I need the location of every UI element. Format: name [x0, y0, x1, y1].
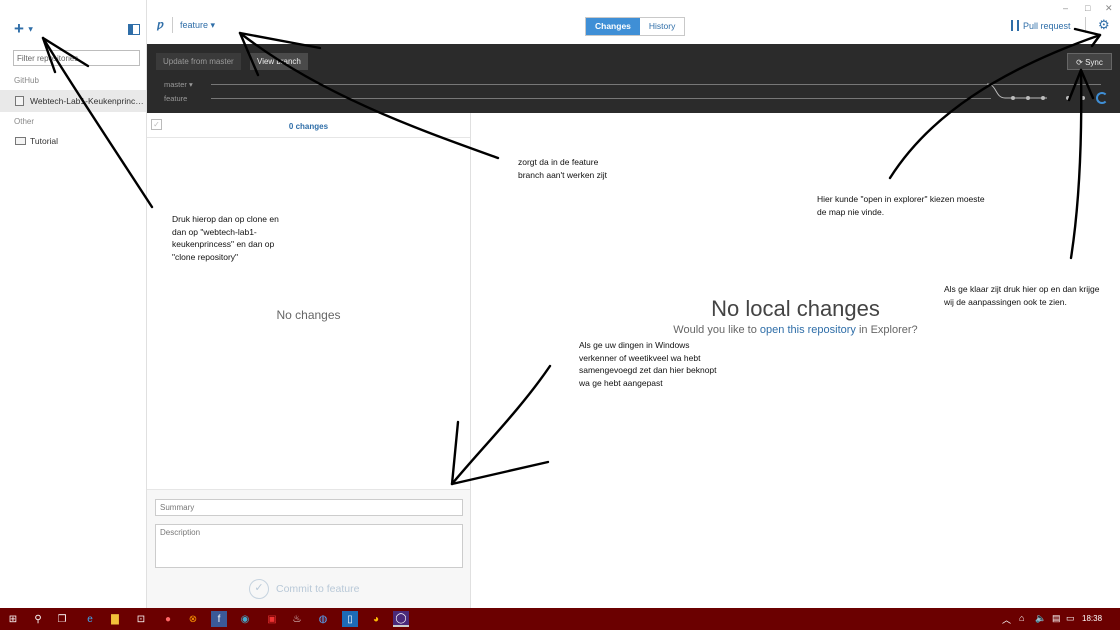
- app-x-icon[interactable]: ⊗: [185, 611, 201, 627]
- task-view-icon[interactable]: ❐: [54, 611, 70, 627]
- checkmark-icon: ✓: [249, 579, 269, 599]
- facebook-icon[interactable]: f: [211, 611, 227, 627]
- tray-chevron-icon[interactable]: ︿: [1002, 613, 1011, 626]
- view-tabs: Changes History: [585, 17, 686, 36]
- minimize-button[interactable]: –: [1063, 3, 1068, 13]
- no-changes-label: No changes: [276, 308, 341, 322]
- maximize-button[interactable]: □: [1085, 3, 1090, 13]
- commit-area: ✓ Commit to feature: [147, 489, 470, 608]
- commit-dot[interactable]: [1066, 96, 1070, 100]
- sync-icon: ⟳: [1076, 58, 1083, 67]
- sync-label: Sync: [1085, 58, 1103, 67]
- sidebar-toggle-icon[interactable]: [128, 24, 140, 35]
- changes-panel: ✓ 0 changes No changes ✓ Commit to featur…: [147, 113, 471, 608]
- windows-start-icon[interactable]: ⊞: [5, 611, 21, 627]
- filter-repositories-input[interactable]: [13, 50, 140, 66]
- battery-icon[interactable]: ▭: [1066, 613, 1075, 624]
- group-label-other: Other: [14, 117, 35, 126]
- tab-history[interactable]: History: [640, 18, 684, 35]
- store-icon[interactable]: ⊡: [133, 611, 149, 627]
- branch-label-feature: feature: [164, 94, 188, 103]
- close-button[interactable]: ✕: [1105, 3, 1113, 14]
- branch-merge-line: [987, 83, 1047, 99]
- network-icon[interactable]: ⌂: [1019, 613, 1024, 623]
- add-repository-button[interactable]: + ▾: [14, 19, 33, 38]
- changes-count: 0 changes: [288, 122, 329, 131]
- annotation-feature-branch: zorgt da in de feature branch aan't werk…: [518, 157, 608, 180]
- app-blue2-icon[interactable]: ▯: [342, 611, 358, 627]
- main-content: No local changes Would you like to open …: [471, 113, 1120, 608]
- master-track: [211, 84, 1101, 85]
- search-icon[interactable]: ⚲: [30, 611, 46, 627]
- commit-dot[interactable]: [1011, 96, 1015, 100]
- annotation-summary: Als ge uw dingen in Windows verkenner of…: [579, 340, 717, 388]
- branch-selector[interactable]: feature ▾: [180, 20, 215, 31]
- view-branch-button[interactable]: View branch: [250, 53, 308, 70]
- keyboard-icon[interactable]: ▤: [1052, 613, 1061, 624]
- group-label-github: GitHub: [14, 76, 39, 85]
- summary-input[interactable]: [155, 499, 463, 516]
- repository-icon: [15, 96, 24, 106]
- pull-request-label: Pull request: [1023, 21, 1071, 31]
- pull-request-icon: [1011, 20, 1019, 31]
- prompt-after: in Explorer?: [855, 324, 918, 336]
- globe-icon[interactable]: ◍: [315, 611, 331, 627]
- branch-bar: Update from master View branch ⟳ Sync ma…: [147, 44, 1120, 113]
- sync-button[interactable]: ⟳ Sync: [1067, 53, 1112, 70]
- gear-icon[interactable]: ⚙: [1098, 17, 1110, 33]
- repository-sidebar: + ▾ GitHub Webtech-Lab1-Keukenprincess O…: [0, 0, 147, 608]
- app-blue-icon[interactable]: ◉: [237, 611, 253, 627]
- divider: [172, 17, 173, 33]
- annotation-open-explorer: Hier kunde "open in explorer" kiezen moe…: [817, 194, 985, 217]
- description-input[interactable]: [155, 524, 463, 568]
- tab-changes[interactable]: Changes: [586, 18, 640, 35]
- changes-header: ✓ 0 changes: [147, 113, 470, 138]
- sidebar-item-tutorial[interactable]: Tutorial: [0, 130, 146, 152]
- update-from-master-button[interactable]: Update from master: [156, 53, 241, 70]
- edge-icon[interactable]: e: [82, 611, 98, 627]
- branch-name: feature: [180, 20, 209, 30]
- annotation-clone: Druk hierop dan op clone en dan op "webt…: [172, 214, 279, 262]
- open-repository-link[interactable]: open this repository: [760, 324, 856, 336]
- branch-label-master[interactable]: master ▾: [164, 80, 193, 89]
- github-desktop-icon[interactable]: ◯: [393, 611, 409, 627]
- annotation-sync: Als ge klaar zijt druk hier op en dan kr…: [944, 284, 1100, 307]
- branch-icon: ƿ: [157, 19, 164, 31]
- feature-track: [211, 98, 991, 99]
- windows-taskbar: ⊞ ⚲ ❐ e ▇ ⊡ ● ⊗ f ◉ ▣ ♨ ◍ ▯ ◕ ◯ ︿ ⌂ 🔈 ▤ …: [0, 608, 1120, 630]
- open-in-explorer-prompt: Would you like to open this repository i…: [471, 324, 1120, 336]
- steam-icon[interactable]: ♨: [289, 611, 305, 627]
- divider: [1085, 17, 1086, 33]
- commit-label: Commit to feature: [276, 582, 360, 595]
- pull-request-button[interactable]: Pull request: [1011, 20, 1071, 31]
- commit-dot[interactable]: [1041, 96, 1045, 100]
- chrome-icon[interactable]: ◕: [368, 611, 384, 627]
- commit-button[interactable]: ✓ Commit to feature: [249, 579, 359, 599]
- chevron-down-icon: ▾: [28, 24, 33, 34]
- prompt-before: Would you like to: [673, 324, 760, 336]
- file-explorer-icon[interactable]: ▇: [107, 611, 123, 627]
- chevron-down-icon: ▾: [210, 20, 216, 30]
- tutorial-label: Tutorial: [30, 136, 59, 146]
- app-red2-icon[interactable]: ▣: [264, 611, 280, 627]
- clock[interactable]: 18:38: [1082, 614, 1102, 623]
- commit-dot[interactable]: [1026, 96, 1030, 100]
- monitor-icon: [15, 137, 26, 145]
- app-red-icon[interactable]: ●: [160, 611, 176, 627]
- github-desktop-window: + ▾ GitHub Webtech-Lab1-Keukenprincess O…: [0, 0, 1120, 630]
- repository-label: Webtech-Lab1-Keukenprincess: [30, 96, 146, 106]
- volume-icon[interactable]: 🔈: [1035, 613, 1046, 624]
- sidebar-item-repository[interactable]: Webtech-Lab1-Keukenprincess: [0, 90, 146, 112]
- head-commit-icon: [1096, 92, 1108, 104]
- top-toolbar: ƿ feature ▾ Changes History Pull request…: [147, 0, 1120, 44]
- plus-icon: +: [14, 19, 24, 38]
- commit-dot[interactable]: [1081, 96, 1085, 100]
